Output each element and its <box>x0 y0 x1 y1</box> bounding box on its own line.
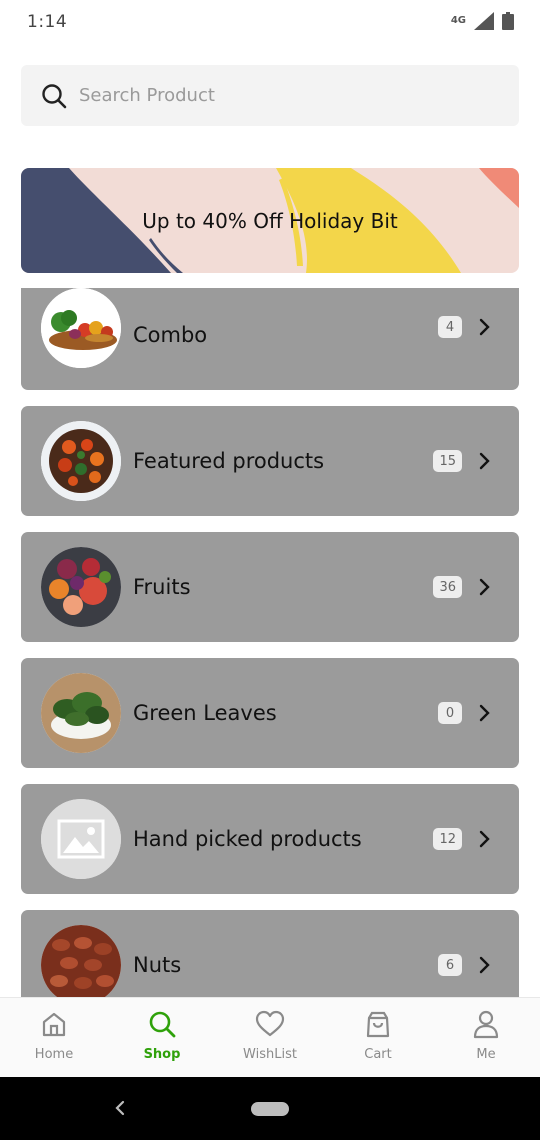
nav-label: Cart <box>364 1047 392 1062</box>
pecan-nuts-photo <box>41 925 121 997</box>
status-icons: 4G <box>451 12 514 34</box>
heart-icon <box>255 1009 285 1039</box>
count-badge: 15 <box>433 450 462 472</box>
chevron-right-icon <box>475 829 495 849</box>
nav-item-wishlist[interactable]: WishList <box>216 998 324 1077</box>
search-icon <box>147 1009 177 1039</box>
chevron-right-icon <box>475 451 495 471</box>
search-input[interactable] <box>79 85 479 106</box>
category-label: Hand picked products <box>133 827 362 851</box>
count-badge: 36 <box>433 576 462 598</box>
count-badge: 4 <box>438 316 462 338</box>
shopping-bag-icon <box>363 1009 393 1039</box>
search-icon <box>41 83 67 109</box>
vegetable-basket-photo <box>41 288 121 368</box>
category-item-featured-products[interactable]: Featured products 15 <box>21 406 519 516</box>
category-label: Green Leaves <box>133 701 277 725</box>
chevron-right-icon <box>475 703 495 723</box>
category-item-nuts[interactable]: Nuts 6 <box>21 910 519 997</box>
roasted-vegetables-photo <box>41 421 121 501</box>
banner-text: Up to 40% Off Holiday Bit <box>142 208 398 233</box>
count-badge: 6 <box>438 954 462 976</box>
leafy-greens-photo <box>41 673 121 753</box>
category-label: Combo <box>133 323 208 347</box>
count-badge: 0 <box>438 702 462 724</box>
category-item-hand-picked-products[interactable]: Hand picked products 12 <box>21 784 519 894</box>
nav-label: Home <box>34 1047 74 1062</box>
nav-label: Shop <box>143 1047 181 1062</box>
chevron-right-icon <box>475 955 495 975</box>
nav-item-cart[interactable]: Cart <box>324 998 432 1077</box>
nav-label: Me <box>476 1047 496 1062</box>
mixed-fruits-photo <box>41 547 121 627</box>
category-label: Featured products <box>133 449 325 473</box>
battery-icon <box>502 12 514 34</box>
nav-label: WishList <box>243 1047 297 1062</box>
search-bar[interactable] <box>21 65 519 126</box>
user-icon <box>471 1009 501 1039</box>
promo-banner[interactable]: Up to 40% Off Holiday Bit <box>21 168 519 273</box>
home-icon <box>39 1009 69 1039</box>
category-item-green-leaves[interactable]: Green Leaves 0 <box>21 658 519 768</box>
nav-item-shop[interactable]: Shop <box>108 998 216 1077</box>
status-bar: 1:14 4G <box>0 0 540 44</box>
category-label: Nuts <box>133 953 182 977</box>
back-icon[interactable] <box>112 1097 128 1119</box>
status-time: 1:14 <box>27 12 68 32</box>
category-item-fruits[interactable]: Fruits 36 <box>21 532 519 642</box>
chevron-right-icon <box>475 317 495 337</box>
category-label: Fruits <box>133 575 191 599</box>
network-type: 4G <box>450 15 466 26</box>
bottom-nav: Home Shop WishList Cart Me <box>0 997 540 1077</box>
signal-icon <box>474 12 494 34</box>
placeholder-image-icon <box>41 799 121 879</box>
home-pill-button[interactable] <box>251 1102 289 1116</box>
nav-item-home[interactable]: Home <box>0 998 108 1077</box>
category-list[interactable]: Combo 4 Featured products 15 Fruits 36 G… <box>21 288 519 997</box>
chevron-right-icon <box>475 577 495 597</box>
system-nav-bar <box>0 1077 540 1140</box>
count-badge: 12 <box>433 828 462 850</box>
nav-item-me[interactable]: Me <box>432 998 540 1077</box>
category-item-combo[interactable]: Combo 4 <box>21 288 519 390</box>
